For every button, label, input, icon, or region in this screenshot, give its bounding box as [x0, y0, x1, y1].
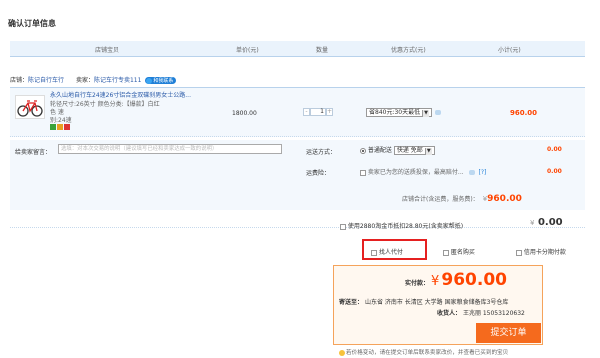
store-total-label: 店铺合计(含运费，服务费)：	[402, 196, 479, 203]
payment-total: 实付款： ¥ 960.00	[405, 270, 507, 290]
quantity-plus-button[interactable]: +	[326, 108, 333, 116]
credit-badge-icon	[64, 124, 70, 130]
tip-text: 若价格变动，请在提交订单后联系卖家改价，并查看已买到的宝贝	[346, 350, 509, 356]
coin-currency: ¥	[530, 219, 535, 227]
insurance-text: 卖家已为您的送质投保，最高赔付...	[367, 169, 464, 176]
installment-option[interactable]: 信用卡分期付款	[516, 247, 566, 256]
shipping-select[interactable]: 快递 免邮 ▼	[393, 146, 435, 155]
shop-label: 店铺：	[10, 77, 29, 84]
column-header-discount: 优惠方式(元)	[391, 47, 426, 54]
coin-label: 使用2880淘金币抵扣28.80元(含卖家帮抵)	[347, 223, 464, 230]
standard-delivery-radio[interactable]	[360, 147, 366, 154]
shop-name-link[interactable]: 陈记自行车行	[28, 77, 64, 84]
coin-checkbox[interactable]	[340, 223, 346, 230]
payment-currency: ¥	[431, 274, 440, 289]
discount-select[interactable]: 省840元:30天最低 ▼	[366, 108, 433, 117]
shipping-select-value: 快递 免邮	[396, 147, 423, 154]
seller-name-link[interactable]: 陈记车行专卖111	[94, 77, 141, 84]
product-thumbnail[interactable]	[15, 95, 45, 119]
chat-icon	[146, 77, 153, 84]
product-attr-line-1: 轮径尺寸:26英寸 颜色分类:【爆款】白红色 速	[50, 101, 160, 116]
receiver-label: 收货人：	[437, 310, 462, 317]
discount-select-wrap: 省840元:30天最低 ▼	[366, 108, 442, 117]
installment-checkbox[interactable]	[516, 249, 522, 256]
receiver-info: 收货人： 王兆丽 15053120632	[437, 308, 525, 317]
seller-label: 卖家：	[75, 77, 94, 84]
guarantee-badge-icon	[50, 124, 56, 130]
shop-info-row: 店铺：陈记自行车行 卖家：陈记车行专卖111 和我联系	[10, 75, 177, 84]
address-value: 山东省 济南市 长清区 大学路 国家粮食储备库3号仓库	[364, 299, 509, 306]
receiver-value: 王兆丽 15053120632	[462, 310, 525, 317]
proxy-pay-checkbox[interactable]	[371, 249, 377, 256]
memo-label: 给卖家留言：	[15, 149, 52, 156]
payment-total-label: 实付款：	[405, 280, 430, 287]
coin-option: 使用2880淘金币抵扣28.80元(含卖家帮抵)	[340, 221, 463, 230]
coin-row	[10, 212, 585, 228]
shipping-fee: 0.00	[547, 146, 562, 153]
proxy-pay-label: 找人代付	[378, 249, 403, 256]
price-change-tip: 若价格变动，请在提交订单后联系卖家改价，并查看已买到的宝贝	[339, 348, 508, 356]
quantity-input[interactable]: 1	[310, 108, 326, 116]
unit-price: 1800.00	[232, 110, 257, 117]
contact-seller-label: 和我联系	[153, 78, 174, 84]
insurance-checkbox[interactable]	[360, 169, 366, 176]
insurance-fee: 0.00	[547, 168, 562, 175]
store-total: 店铺合计(含运费，服务费)： ¥960.00	[402, 194, 522, 204]
seller-message-input[interactable]: 选填：对本次交易的说明（建议填写已经和卖家达成一致的说明）	[58, 144, 282, 154]
column-header-unit-price: 单价(元)	[236, 47, 259, 54]
installment-label: 信用卡分期付款	[523, 249, 566, 256]
shipping-address: 寄送至： 山东省 济南市 长清区 大学路 国家粮食储备库3号仓库	[339, 298, 508, 307]
chevron-down-icon: ▼	[422, 110, 430, 117]
standard-delivery-label: 普通配送	[367, 147, 392, 154]
column-header-store-item: 店铺宝贝	[95, 47, 120, 54]
message-icon[interactable]	[435, 110, 442, 115]
column-header-subtotal: 小计(元)	[498, 47, 521, 54]
insurance-label: 运费险：	[306, 170, 331, 177]
page-title: 确认订单信息	[8, 19, 56, 28]
anonymous-checkbox[interactable]	[443, 249, 449, 256]
product-attributes: 轮径尺寸:26英寸 颜色分类:【爆款】白红色 速 别:24速	[50, 101, 160, 125]
anonymous-label: 匿名购买	[450, 249, 475, 256]
bicycle-icon	[17, 100, 43, 117]
proxy-pay-option[interactable]: 找人代付	[371, 247, 403, 256]
insurance-help-link[interactable]: [?]	[479, 169, 487, 176]
shipping-options: 普通配送 快递 免邮 ▼	[360, 145, 435, 155]
chevron-down-icon: ▼	[424, 148, 432, 155]
product-name-link[interactable]: 永久山地自行车24速26寸铝合金双碟刹男女士公路...	[50, 92, 208, 100]
coin-amount: ¥ 0.00	[530, 217, 563, 228]
column-header-quantity: 数量	[316, 47, 329, 54]
service-badges	[50, 124, 71, 132]
contact-seller-button[interactable]: 和我联系	[145, 77, 177, 84]
payment-amount: 960.00	[441, 270, 507, 290]
anonymous-option[interactable]: 匿名购买	[443, 247, 475, 256]
lightbulb-icon	[339, 349, 345, 356]
message-icon[interactable]	[468, 170, 475, 175]
submit-order-button[interactable]: 提交订单	[476, 323, 541, 343]
address-label: 寄送至：	[339, 299, 364, 306]
item-subtotal: 960.00	[510, 109, 538, 117]
store-total-amount: 960.00	[487, 194, 522, 204]
discount-select-value: 省840元:30天最低	[369, 109, 421, 116]
coin-amount-value: 0.00	[537, 217, 563, 228]
promo-badge-icon	[57, 124, 63, 130]
quantity-minus-button[interactable]: -	[303, 108, 310, 116]
insurance-option: 卖家已为您的送质投保，最高赔付... [?]	[360, 167, 486, 176]
shipping-label: 运送方式：	[306, 149, 337, 156]
quantity-stepper: -1 +	[303, 108, 333, 116]
